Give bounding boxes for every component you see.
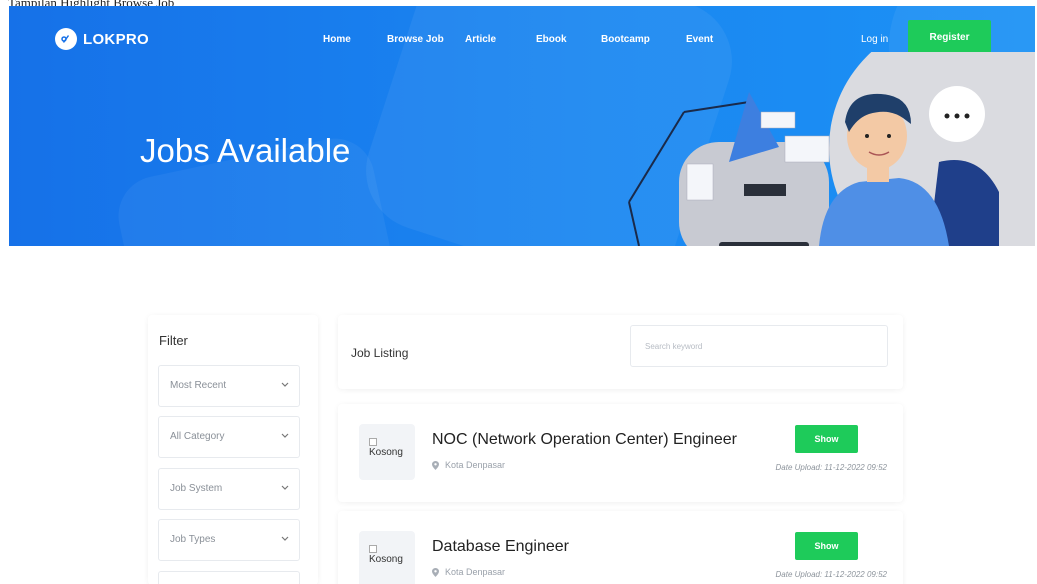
nav-event[interactable]: Event [686,34,713,45]
job-card: Kosong NOC (Network Operation Center) En… [338,404,903,502]
category-select[interactable]: All Category [158,416,300,458]
job-listing-header: Job Listing [338,315,903,389]
filter-title: Filter [159,333,188,348]
nav-browse-job[interactable]: Browse Job [387,34,444,45]
search-input[interactable] [630,325,888,367]
nav-ebook[interactable]: Ebook [536,34,567,45]
chevron-down-icon [281,382,289,387]
login-link[interactable]: Log in [861,34,888,45]
logo[interactable]: LOKPRO [55,28,149,50]
job-title[interactable]: NOC (Network Operation Center) Engineer [432,431,737,449]
brand-name: LOKPRO [83,30,149,48]
page: Tampilan Highlight Browse Job LOKPRO Hom… [0,0,1037,584]
job-location: Kota Denpasar [432,567,505,577]
nav-home[interactable]: Home [323,34,351,45]
select-value: Job System [170,483,223,494]
chevron-down-icon [281,433,289,438]
job-location: Kota Denpasar [432,460,505,470]
map-pin-icon [432,567,439,577]
company-logo-alt: Kosong [369,447,403,458]
chevron-down-icon [281,536,289,541]
job-location-text: Kota Denpasar [445,460,506,470]
page-title: Jobs Available [140,132,351,169]
company-logo: Kosong [359,424,415,480]
logo-icon [55,28,77,50]
job-location-text: Kota Denpasar [445,567,506,577]
nav-bootcamp[interactable]: Bootcamp [601,34,650,45]
job-types-select[interactable]: Job Types [158,519,300,561]
upload-date: Date Upload: 11-12-2022 09:52 [775,570,888,579]
location-select[interactable] [158,571,300,584]
hero-illustration [628,52,1035,246]
job-listing-title: Job Listing [351,346,409,360]
company-logo: Kosong [359,531,415,584]
job-title[interactable]: Database Engineer [432,538,569,556]
chevron-down-icon [281,485,289,490]
show-job-button[interactable]: Show [795,425,858,453]
job-system-select[interactable]: Job System [158,468,300,510]
company-logo-alt: Kosong [369,554,403,565]
upload-date: Date Upload: 11-12-2022 09:52 [775,463,888,472]
nav-article[interactable]: Article [465,34,496,45]
broken-image-icon [369,438,377,446]
show-job-button[interactable]: Show [795,532,858,560]
select-value: All Category [170,431,225,442]
sort-select[interactable]: Most Recent [158,365,300,407]
filter-panel: Filter Most Recent All Category Job Syst… [148,315,318,584]
job-card: Kosong Database Engineer Kota Denpasar S… [338,511,903,584]
register-button[interactable]: Register [908,20,991,54]
map-pin-icon [432,460,439,470]
select-value: Most Recent [170,380,227,391]
hero-banner: LOKPRO Home Browse Job Article Ebook Boo… [9,6,1035,246]
broken-image-icon [369,545,377,553]
select-value: Job Types [170,534,216,545]
